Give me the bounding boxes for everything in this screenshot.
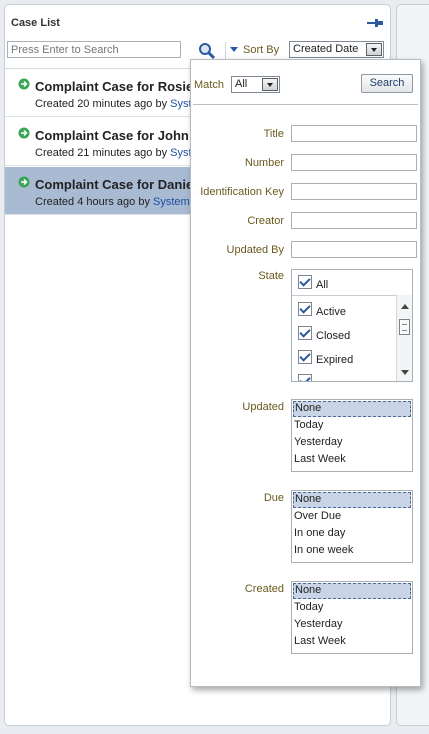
updated-option[interactable]: Last Week	[293, 452, 411, 468]
state-active-checkbox[interactable]	[298, 302, 312, 316]
case-title: Complaint Case for John	[35, 128, 189, 143]
due-option[interactable]: In one week	[293, 543, 411, 559]
state-closed-checkbox[interactable]	[298, 326, 312, 340]
updated-label: Updated	[242, 401, 284, 413]
updated-option[interactable]: Today	[293, 418, 411, 434]
panel-title: Case List	[11, 17, 60, 29]
match-value: All	[235, 78, 248, 90]
sort-by-value: Created Date	[293, 43, 359, 55]
search-icon[interactable]	[198, 42, 216, 60]
advanced-search-popup: Match All Search Title Number Identifica…	[190, 59, 421, 687]
identification-key-field[interactable]	[291, 183, 417, 200]
state-closed-label: Closed	[316, 330, 351, 342]
creator-field[interactable]	[291, 212, 417, 229]
search-input[interactable]	[7, 41, 181, 58]
chevron-down-icon[interactable]	[262, 78, 278, 91]
state-active-label: Active	[316, 306, 346, 318]
due-option[interactable]: In one day	[293, 526, 411, 542]
state-options-area: Active Closed Expired	[292, 295, 412, 381]
updated-option[interactable]: None	[293, 401, 411, 417]
number-field[interactable]	[291, 154, 417, 171]
state-expired-label: Expired	[316, 354, 354, 366]
scroll-down-icon[interactable]	[401, 370, 409, 375]
state-checkbox-list: All Active Closed Expired	[291, 269, 413, 382]
sort-by-select[interactable]: Created Date	[289, 41, 384, 58]
title-label: Title	[263, 128, 284, 140]
status-icon	[18, 78, 30, 90]
created-option[interactable]: Today	[293, 600, 411, 616]
match-label: Match	[194, 79, 224, 91]
state-scrollbar[interactable]	[396, 295, 412, 381]
status-icon	[18, 127, 30, 139]
state-all-checkbox[interactable]	[298, 275, 312, 289]
state-more-checkbox[interactable]	[298, 374, 312, 381]
state-label: State	[258, 270, 284, 282]
created-option[interactable]: None	[293, 583, 411, 599]
updated-option[interactable]: Yesterday	[293, 435, 411, 451]
search-button[interactable]: Search	[361, 74, 413, 93]
due-option[interactable]: Over Due	[293, 509, 411, 525]
case-meta: Created 4 hours ago by System	[35, 196, 190, 208]
created-listbox[interactable]: None Today Yesterday Last Week	[291, 581, 413, 654]
updated-by-field[interactable]	[291, 241, 417, 258]
due-label: Due	[263, 492, 284, 504]
created-option[interactable]: Last Week	[293, 634, 411, 650]
toolbar-divider	[225, 42, 226, 59]
identification-key-label: Identification Key	[200, 186, 284, 198]
case-meta: Created 21 minutes ago by Syste	[35, 147, 198, 159]
due-option[interactable]: None	[293, 492, 411, 508]
pin-icon[interactable]	[367, 18, 383, 28]
created-option[interactable]: Yesterday	[293, 617, 411, 633]
sort-direction-icon[interactable]	[230, 47, 238, 52]
match-select[interactable]: All	[231, 76, 280, 93]
sort-by-label: Sort By	[243, 44, 280, 56]
updated-by-label: Updated By	[226, 244, 284, 256]
state-all-label: All	[316, 279, 329, 291]
number-label: Number	[244, 157, 284, 169]
title-field[interactable]	[291, 125, 417, 142]
due-listbox[interactable]: None Over Due In one day In one week	[291, 490, 413, 563]
updated-listbox[interactable]: None Today Yesterday Last Week	[291, 399, 413, 472]
scroll-thumb[interactable]	[399, 319, 410, 335]
scroll-up-icon[interactable]	[401, 304, 409, 309]
status-icon	[18, 176, 30, 188]
creator-label: Creator	[247, 215, 284, 227]
creator-link[interactable]: System	[153, 196, 190, 208]
chevron-down-icon[interactable]	[366, 43, 382, 56]
created-label: Created	[244, 583, 284, 595]
case-title: Complaint Case for Rosie	[35, 79, 194, 94]
popup-divider	[193, 104, 418, 105]
case-meta: Created 20 minutes ago by Syste	[35, 98, 198, 110]
case-title: Complaint Case for Danie	[35, 177, 194, 192]
state-expired-checkbox[interactable]	[298, 350, 312, 364]
